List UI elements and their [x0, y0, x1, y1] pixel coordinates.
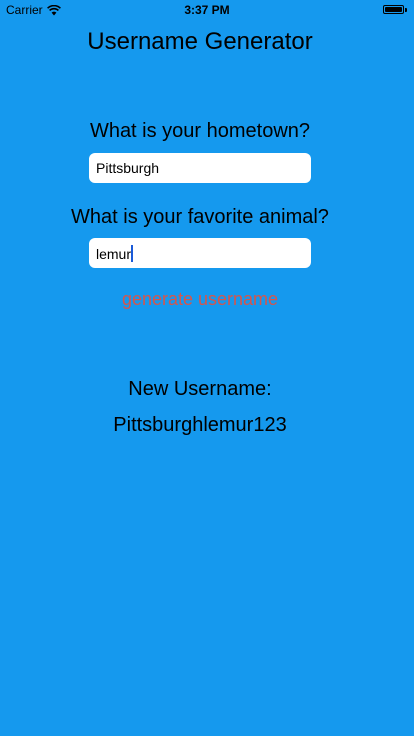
battery-fill	[385, 7, 402, 12]
animal-input-value: lemur	[96, 246, 132, 262]
animal-input-text: lemur	[96, 245, 134, 262]
status-clock: 3:37 PM	[184, 3, 230, 17]
page-title: Username Generator	[87, 28, 313, 55]
battery-tip	[405, 8, 407, 12]
status-bar: Carrier 3:37 PM	[0, 0, 414, 20]
battery-icon	[383, 5, 408, 16]
generate-username-button[interactable]: generate username	[0, 289, 400, 310]
animal-question: What is your favorite animal?	[71, 206, 329, 228]
text-caret	[131, 245, 134, 262]
animal-input[interactable]: lemur	[89, 238, 311, 268]
hometown-input[interactable]	[89, 153, 311, 183]
battery-body	[383, 5, 404, 14]
new-username-label: New Username:	[128, 378, 272, 400]
new-username-value: Pittsburghlemur123	[113, 414, 287, 436]
hometown-question: What is your hometown?	[89, 120, 311, 142]
